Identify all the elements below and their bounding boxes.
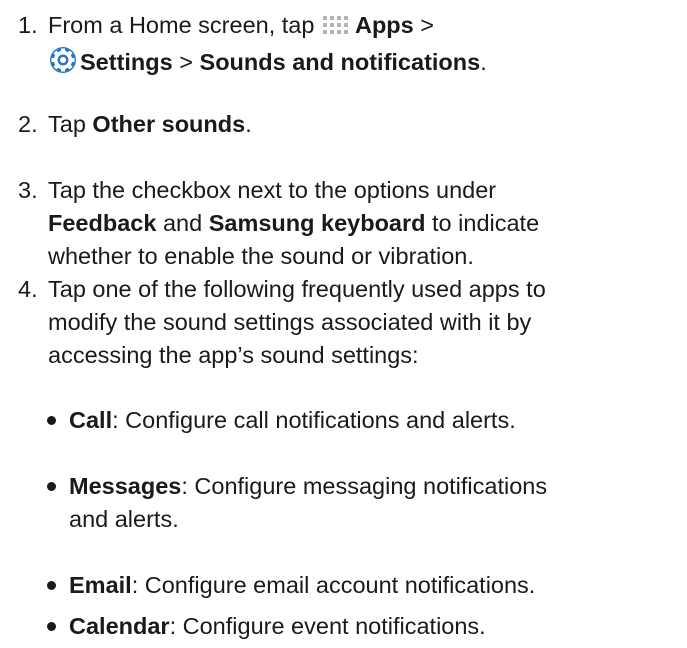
bullet-dot xyxy=(47,482,56,491)
step-text: whether to enable the sound or vibration… xyxy=(48,243,474,269)
bullet-dot xyxy=(47,622,56,631)
punctuation: . xyxy=(480,49,487,75)
step-text: Tap the checkbox next to the options und… xyxy=(48,177,497,203)
step-4: 4. Tap one of the following frequently u… xyxy=(18,273,683,372)
bullet-dot xyxy=(47,416,56,425)
step-3-line-2: Feedback and Samsung keyboard to indicat… xyxy=(48,207,683,240)
bullet-item-email: Email: Configure email account notificat… xyxy=(47,569,683,602)
feedback-label: Feedback xyxy=(48,210,157,236)
step-text: to indicate xyxy=(425,210,540,236)
step-2: 2. Tap Other sounds. xyxy=(18,108,683,141)
instructions-page: 1. From a Home screen, tap Apps > Settin… xyxy=(0,0,687,648)
bullet-dot xyxy=(47,581,56,590)
bullet-term: Call xyxy=(69,407,113,433)
other-sounds-label: Other sounds xyxy=(92,111,246,137)
step-text: From a Home screen, tap xyxy=(48,12,315,38)
step-text: accessing the app’s sound settings: xyxy=(48,342,419,368)
samsung-keyboard-label: Samsung keyboard xyxy=(208,210,426,236)
bullet-desc: : Configure call notifications and alert… xyxy=(112,407,516,433)
bullet-desc: : Configure messaging notifications xyxy=(181,473,548,499)
punctuation: . xyxy=(245,111,252,137)
step-number: 3. xyxy=(18,177,38,203)
step-1: 1. From a Home screen, tap Apps > Settin… xyxy=(18,9,683,83)
step-number: 1. xyxy=(18,12,38,38)
bullet-desc: : Configure email account notifications. xyxy=(131,572,536,598)
step-1-line-1: From a Home screen, tap Apps > xyxy=(48,9,683,46)
step-number: 2. xyxy=(18,111,38,137)
bullet-item-call: Call: Configure call notifications and a… xyxy=(47,404,683,437)
bullet-term: Messages xyxy=(69,473,182,499)
bullet-term: Calendar xyxy=(69,613,170,639)
step-number: 4. xyxy=(18,276,38,302)
separator: > xyxy=(172,49,200,75)
step-text: Tap xyxy=(48,111,93,137)
step-text: and xyxy=(156,210,209,236)
settings-label: Settings xyxy=(80,49,173,75)
separator: > xyxy=(413,12,434,38)
apps-label: Apps xyxy=(354,12,414,38)
sounds-label: Sounds and notifications xyxy=(199,49,481,75)
step-1-line-2: Settings > Sounds and notifications. xyxy=(48,46,683,83)
bullet-term: Email xyxy=(69,572,132,598)
bullet-desc: and alerts. xyxy=(69,506,179,532)
settings-gear-icon xyxy=(49,46,77,83)
bullet-item-calendar: Calendar: Configure event notifications. xyxy=(47,610,683,643)
bullet-item-messages: Messages: Configure messaging notificati… xyxy=(47,470,683,536)
step-3: 3. Tap the checkbox next to the options … xyxy=(18,174,683,273)
apps-grid-icon xyxy=(322,13,352,46)
bullet-desc: : Configure event notifications. xyxy=(169,613,486,639)
step-text: modify the sound settings associated wit… xyxy=(48,309,532,335)
step-text: Tap one of the following frequently used… xyxy=(48,276,546,302)
